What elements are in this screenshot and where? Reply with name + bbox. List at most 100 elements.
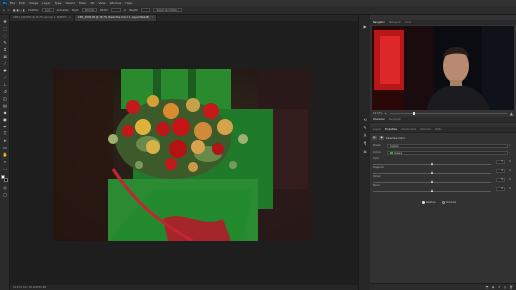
absolute-label[interactable]: Absolute xyxy=(446,201,456,204)
shape-tool-icon[interactable]: ▭ xyxy=(2,145,8,150)
clone-stamp-icon[interactable]: ⊥ xyxy=(2,82,8,87)
colors-label: Colors: xyxy=(373,151,382,154)
absolute-radio[interactable] xyxy=(441,201,445,204)
marquee-tool-icon[interactable]: ⬚ xyxy=(2,26,8,31)
menu-view[interactable]: View xyxy=(98,1,105,5)
swap-icon[interactable]: ⇄ xyxy=(124,9,126,12)
visibility-icon[interactable]: ◎ xyxy=(503,285,507,289)
tab-paragraph[interactable]: Paragraph xyxy=(389,118,401,121)
path-select-icon[interactable]: ➤ xyxy=(2,138,8,143)
gradient-tool-icon[interactable]: ▤ xyxy=(2,103,8,108)
cyan-value[interactable]: 0 xyxy=(496,160,505,164)
move-tool-icon[interactable]: ✥ xyxy=(2,19,8,24)
pen-tool-icon[interactable]: ✒ xyxy=(2,124,8,129)
zoom-tool-icon[interactable]: ⌕ xyxy=(2,159,8,164)
selection-mode-icons[interactable]: ■ ▣ ▢ ◧ xyxy=(13,9,25,12)
colors-select[interactable]: Greens xyxy=(387,150,508,155)
menu-3d[interactable]: 3D xyxy=(90,1,94,5)
zoom-slider[interactable] xyxy=(389,111,507,115)
eraser-tool-icon[interactable]: ◫ xyxy=(2,96,8,101)
type-tool-icon[interactable]: T xyxy=(2,131,8,136)
tab-character[interactable]: Character xyxy=(373,118,385,121)
preset-menu-icon[interactable]: ≡ xyxy=(508,144,511,147)
dodge-tool-icon[interactable]: ● xyxy=(2,117,8,122)
yellow-slider-handle[interactable] xyxy=(431,180,433,183)
style-select[interactable]: Normal xyxy=(82,8,98,12)
black-value[interactable]: 0 xyxy=(496,187,505,191)
yellow-slider[interactable]: Yellow: 0 % xyxy=(373,175,511,184)
layers-icon[interactable]: ≣ xyxy=(362,149,368,154)
feather-input[interactable]: 0 px xyxy=(42,8,54,12)
menu-file[interactable]: File xyxy=(10,1,15,5)
black-slider[interactable]: Black: 0 % xyxy=(373,184,511,193)
menu-help[interactable]: Help xyxy=(125,1,132,5)
menu-edit[interactable]: Edit xyxy=(19,1,25,5)
yellow-percent: % xyxy=(508,178,511,181)
healing-brush-icon[interactable]: ✚ xyxy=(2,68,8,73)
chevron-down-icon[interactable]: ⌄ xyxy=(508,151,511,154)
tab-color[interactable]: Color xyxy=(405,21,411,24)
tab-histogram[interactable]: Histogram xyxy=(389,21,401,24)
width-input[interactable] xyxy=(111,8,121,12)
menu-type[interactable]: Type xyxy=(55,1,62,5)
close-icon[interactable]: × xyxy=(69,16,71,19)
eyedropper-tool-icon[interactable]: ⁄ xyxy=(2,61,8,66)
tab-paths[interactable]: Paths xyxy=(435,128,442,131)
view-previous-icon[interactable]: ◉ xyxy=(491,285,495,289)
menu-window[interactable]: Window xyxy=(110,1,122,5)
preset-select[interactable]: Custom xyxy=(387,143,508,148)
menu-layer[interactable]: Layer xyxy=(42,1,50,5)
magenta-slider-handle[interactable] xyxy=(431,171,433,174)
quick-mask-icon[interactable]: ◎ xyxy=(2,185,8,190)
cyan-slider-handle[interactable] xyxy=(431,162,433,165)
tab-channels[interactable]: Channels xyxy=(420,128,431,131)
style-label: Style: xyxy=(71,8,79,12)
tab-adjustments[interactable]: Adjustments xyxy=(401,128,416,131)
menu-select[interactable]: Select xyxy=(66,1,75,5)
select-and-mask-button[interactable]: Select and Mask... xyxy=(153,8,183,12)
black-slider-handle[interactable] xyxy=(431,189,433,192)
frame-tool-icon[interactable]: ⊠ xyxy=(2,54,8,59)
layer-mask-icon[interactable]: ▣ xyxy=(379,136,384,140)
zoom-slider-handle[interactable] xyxy=(412,111,415,115)
more-tools-icon[interactable]: … xyxy=(2,166,8,171)
trash-icon[interactable]: 🗑 xyxy=(509,285,513,289)
quick-select-tool-icon[interactable]: ✎ xyxy=(2,40,8,45)
crop-tool-icon[interactable]: ⌗ xyxy=(2,47,8,52)
history-icon[interactable]: ⟲ xyxy=(362,117,368,122)
home-icon[interactable]: ⌂ xyxy=(3,9,5,12)
magenta-value[interactable]: 0 xyxy=(496,169,505,173)
zoom-in-icon[interactable]: ▲ xyxy=(510,111,513,116)
preset-value: Custom xyxy=(390,144,399,148)
menu-filter[interactable]: Filter xyxy=(79,1,86,5)
history-brush-icon[interactable]: ↺ xyxy=(2,89,8,94)
relative-radio[interactable] xyxy=(421,201,425,204)
background-color-swatch[interactable] xyxy=(4,178,8,182)
document-photo[interactable] xyxy=(53,69,311,241)
menu-image[interactable]: Image xyxy=(29,1,38,5)
screen-mode-icon[interactable]: ▢ xyxy=(2,192,8,197)
zoom-out-icon[interactable]: ▴ xyxy=(385,111,387,115)
hand-tool-icon[interactable]: ✋ xyxy=(2,152,8,157)
lasso-tool-icon[interactable]: ◌ xyxy=(2,33,8,38)
clip-to-layer-icon[interactable]: ⬒ xyxy=(485,285,489,289)
height-input[interactable] xyxy=(141,8,151,12)
close-icon[interactable]: × xyxy=(151,16,153,19)
cyan-slider[interactable]: Cyan: 0 % xyxy=(373,157,511,166)
cyan-percent: % xyxy=(508,160,511,163)
yellow-value[interactable]: 0 xyxy=(496,178,505,182)
play-icon[interactable]: ▶ xyxy=(362,24,368,29)
magenta-slider[interactable]: Magenta: 0 % xyxy=(373,166,511,175)
reset-icon[interactable]: ↺ xyxy=(497,285,501,289)
blur-tool-icon[interactable]: ◆ xyxy=(2,110,8,115)
marquee-tool-icon[interactable]: ▭ xyxy=(8,9,10,12)
character-icon[interactable]: A xyxy=(362,133,368,138)
brush-settings-icon[interactable]: ✎ xyxy=(362,125,368,130)
anti-alias-checkbox[interactable]: Anti-alias xyxy=(57,9,69,12)
paragraph-icon[interactable]: ¶ xyxy=(362,141,368,146)
tab-layers[interactable]: Layers xyxy=(373,128,381,131)
brush-tool-icon[interactable]: ⟋ xyxy=(2,75,8,80)
tab-navigator[interactable]: Navigator xyxy=(373,21,385,24)
relative-label[interactable]: Relative xyxy=(426,201,436,204)
tab-properties[interactable]: Properties xyxy=(385,128,397,131)
